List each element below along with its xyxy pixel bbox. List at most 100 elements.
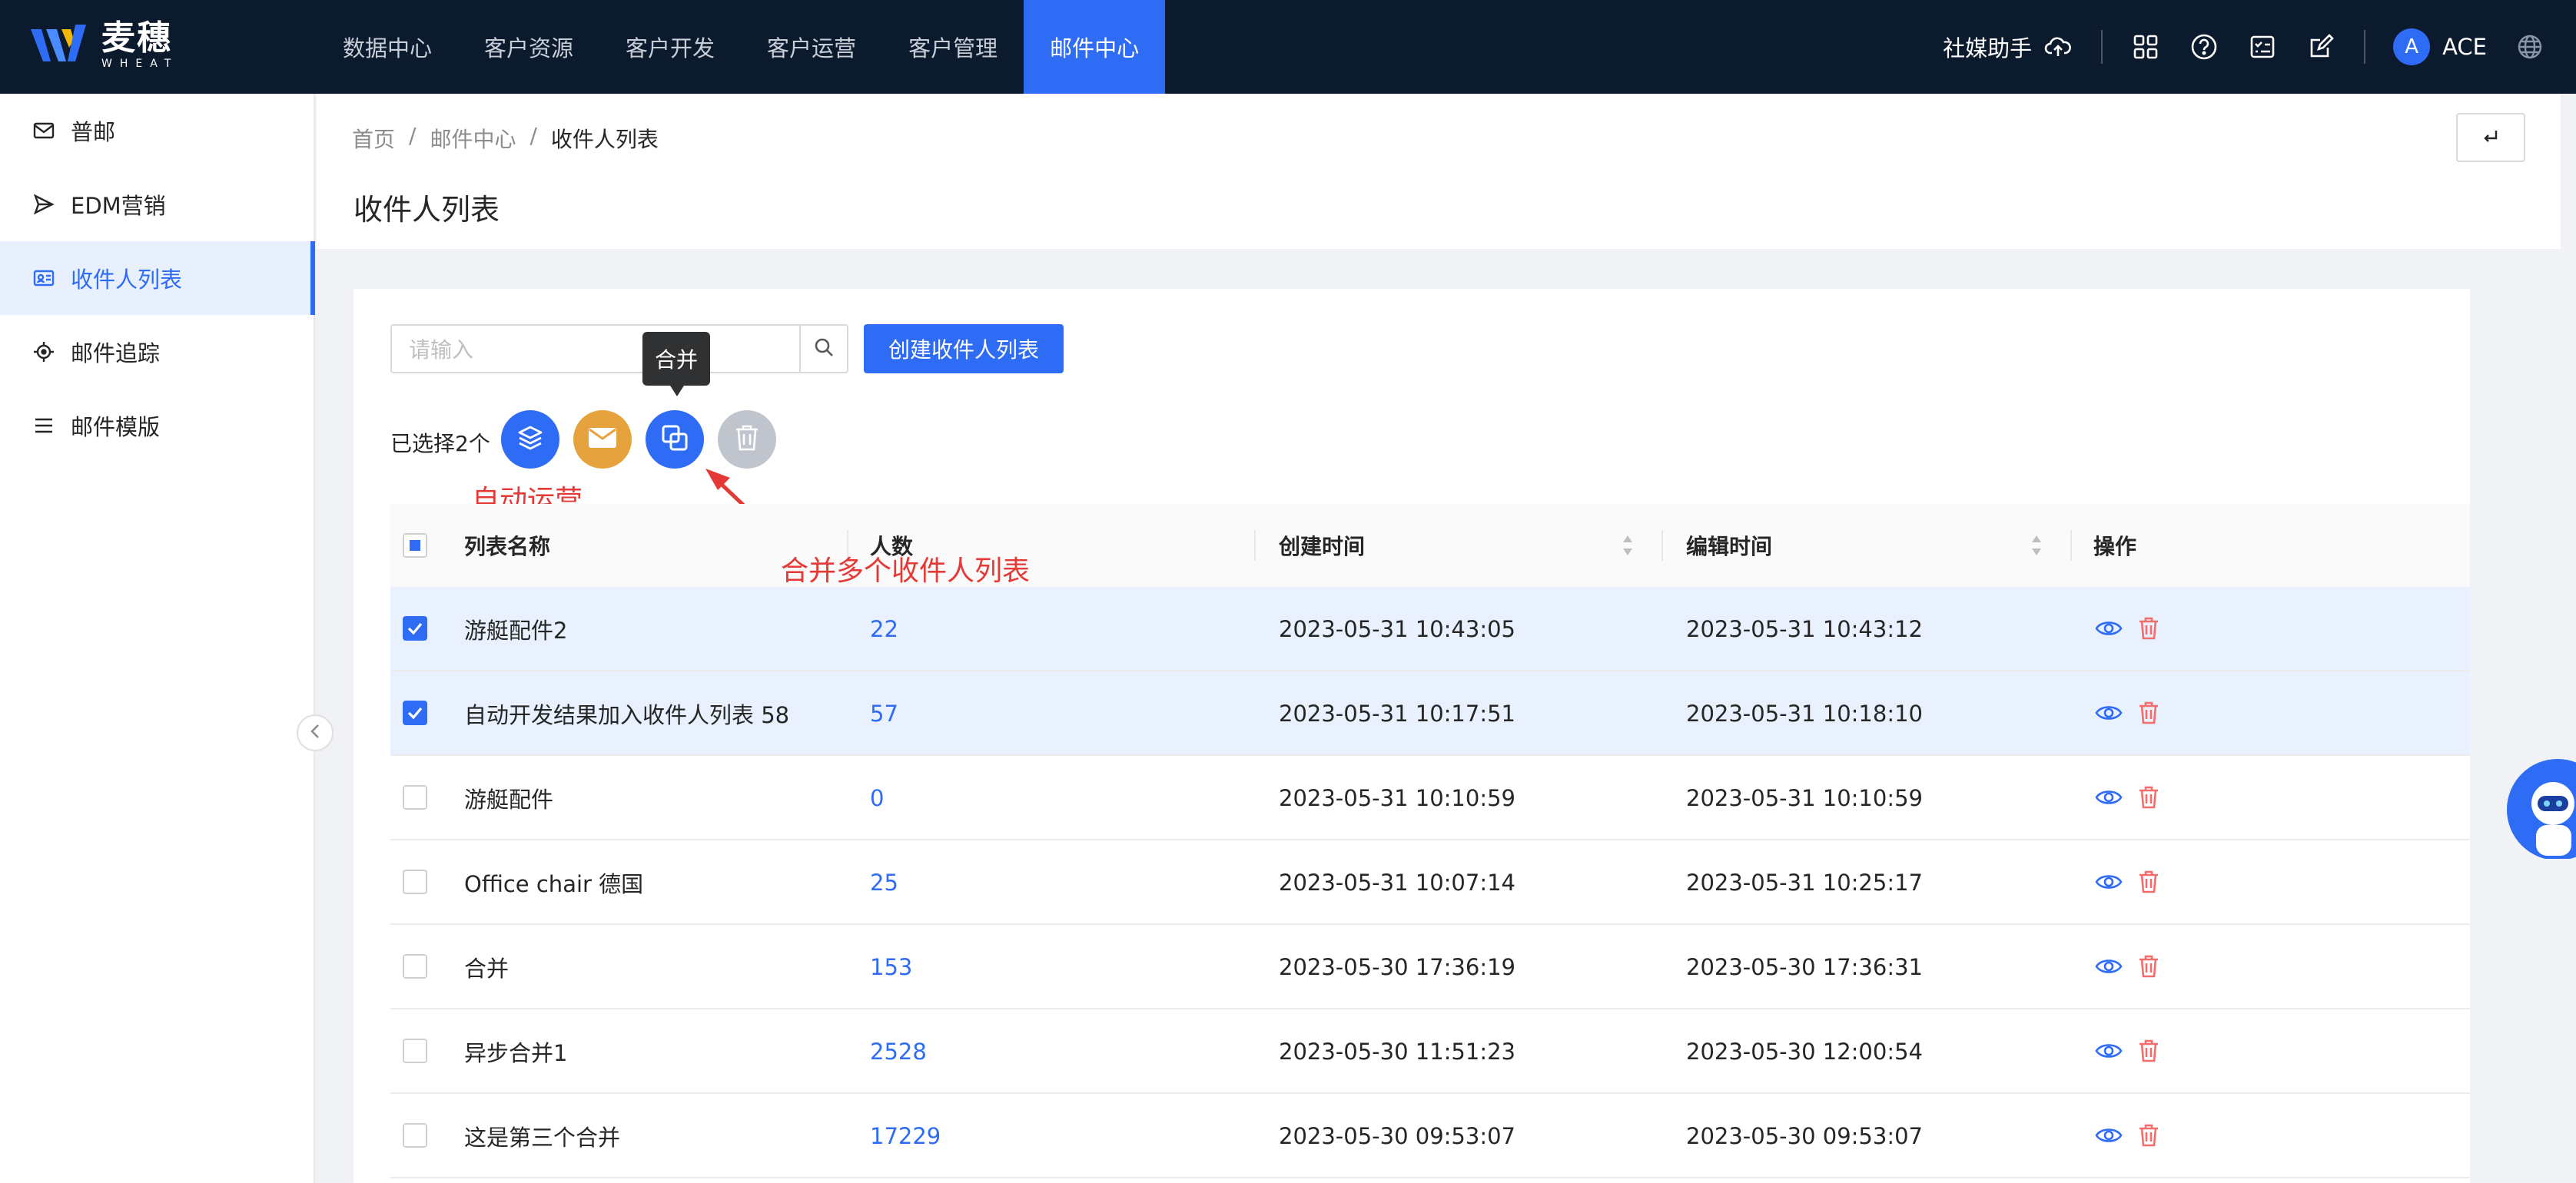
view-eye-icon[interactable]	[2093, 1120, 2124, 1151]
list-name: 异步合并1	[464, 1040, 568, 1066]
delete-trash-icon[interactable]	[2133, 951, 2164, 982]
sort-icon[interactable]	[1622, 534, 1634, 557]
edited-time: 2023-05-31 10:43:12	[1686, 616, 1923, 642]
column-header-edited[interactable]: 编辑时间	[1686, 530, 1772, 561]
recipient-count-link[interactable]: 22	[870, 587, 898, 671]
list-icon	[32, 414, 55, 437]
sidebar-item-label: 邮件模版	[71, 414, 161, 440]
nav-mail-center[interactable]: 邮件中心	[1024, 0, 1166, 94]
view-eye-icon[interactable]	[2093, 867, 2124, 897]
nav-data-center[interactable]: 数据中心	[317, 0, 458, 94]
table-row[interactable]: 游艇配件2 22 2023-05-31 10:43:05 2023-05-31 …	[390, 587, 2470, 671]
delete-trash-icon[interactable]	[2133, 867, 2164, 897]
annotation-merge-lists: 合并多个收件人列表	[781, 555, 1031, 587]
table-row[interactable]: 自动开发结果加入收件人列表 58 57 2023-05-31 10:17:51 …	[390, 671, 2470, 756]
view-eye-icon[interactable]	[2093, 698, 2124, 728]
table-row[interactable]: 合并 153 2023-05-30 17:36:19 2023-05-30 17…	[390, 925, 2470, 1009]
row-checkbox[interactable]	[403, 870, 427, 894]
edit-note-icon[interactable]	[2305, 31, 2336, 62]
recipient-count-link[interactable]: 25	[870, 840, 898, 925]
avatar[interactable]: A	[2393, 28, 2431, 65]
view-eye-icon[interactable]	[2093, 951, 2124, 982]
breadcrumb-home[interactable]: 首页	[352, 123, 395, 154]
back-button[interactable]	[2456, 113, 2525, 162]
recipient-count-link[interactable]: 2528	[870, 1009, 927, 1094]
select-all-checkbox[interactable]	[403, 533, 427, 558]
mail-icon	[587, 426, 618, 453]
brand-name: 麦穗	[101, 18, 172, 58]
view-eye-icon[interactable]	[2093, 1036, 2124, 1066]
page-title: 收件人列表	[354, 193, 500, 227]
delete-trash-icon[interactable]	[2133, 613, 2164, 644]
robot-assistant-icon[interactable]	[2502, 759, 2576, 860]
list-name: 自动开发结果加入收件人列表 58	[464, 702, 790, 728]
sidebar-item-mail-templates[interactable]: 邮件模版	[0, 389, 314, 462]
search-button[interactable]	[801, 324, 848, 373]
sidebar-item-label: 收件人列表	[71, 267, 183, 293]
delete-trash-icon[interactable]	[2133, 698, 2164, 728]
brand-logo[interactable]: 麦穗 WHEAT	[29, 22, 178, 69]
column-header-created[interactable]: 创建时间	[1279, 530, 1365, 561]
sidebar-item-recipient-list[interactable]: 收件人列表	[0, 241, 315, 315]
nav-customer-management[interactable]: 客户管理	[882, 0, 1024, 94]
globe-icon[interactable]	[2515, 31, 2545, 62]
nav-customer-operations[interactable]: 客户运营	[741, 0, 882, 94]
merge-button[interactable]	[646, 410, 704, 469]
target-icon	[32, 340, 55, 363]
delete-trash-icon[interactable]	[2133, 1120, 2164, 1151]
sort-icon[interactable]	[2030, 534, 2043, 557]
nav-customer-development[interactable]: 客户开发	[599, 0, 741, 94]
breadcrumb-current: 收件人列表	[550, 127, 659, 152]
recipient-count-link[interactable]: 153	[870, 925, 912, 1009]
sidebar-item-regular-mail[interactable]: 普邮	[0, 94, 314, 167]
send-mail-button[interactable]	[573, 410, 632, 469]
sidebar-collapse-button[interactable]	[297, 714, 334, 751]
table-header: 列表名称 人数 创建时间 编辑时间 操作	[390, 504, 2470, 587]
view-eye-icon[interactable]	[2093, 613, 2124, 644]
edited-time: 2023-05-30 12:00:54	[1686, 1039, 1923, 1065]
recipient-count-link[interactable]: 57	[870, 671, 898, 756]
delete-trash-icon[interactable]	[2133, 782, 2164, 813]
breadcrumb-separator: /	[409, 123, 417, 148]
cloud-upload-icon[interactable]	[2043, 31, 2073, 62]
help-icon[interactable]	[2189, 31, 2219, 62]
edited-time: 2023-05-30 09:53:07	[1686, 1123, 1923, 1149]
created-time: 2023-05-30 09:53:07	[1279, 1123, 1515, 1149]
edited-time: 2023-05-31 10:10:59	[1686, 785, 1923, 811]
row-checkbox[interactable]	[403, 701, 427, 725]
breadcrumb-mail-center[interactable]: 邮件中心	[430, 123, 516, 154]
recipient-count-link[interactable]: 0	[870, 756, 884, 840]
table-row[interactable]: 游艇配件 0 2023-05-31 10:10:59 2023-05-31 10…	[390, 756, 2470, 840]
apps-grid-icon[interactable]	[2130, 31, 2161, 62]
search-input[interactable]: 请输入	[390, 324, 801, 373]
table-row[interactable]: 这是第三个合并 17229 2023-05-30 09:53:07 2023-0…	[390, 1094, 2470, 1178]
row-checkbox[interactable]	[403, 785, 427, 810]
create-recipient-list-button[interactable]: 创建收件人列表	[864, 324, 1064, 373]
content-card: 请输入 创建收件人列表 合并 已选择2个 自动运营 合并多个收件人列表 列表名称…	[354, 289, 2470, 1183]
copy-merge-icon	[660, 423, 689, 456]
auto-operation-button[interactable]	[501, 410, 559, 469]
list-name: Office chair 德国	[464, 871, 644, 897]
row-checkbox[interactable]	[403, 616, 427, 641]
sidebar-item-mail-tracking[interactable]: 邮件追踪	[0, 315, 314, 389]
view-eye-icon[interactable]	[2093, 782, 2124, 813]
social-assistant-link[interactable]: 社媒助手	[1943, 31, 2032, 63]
created-time: 2023-05-31 10:43:05	[1279, 616, 1515, 642]
sidebar-item-label: 普邮	[71, 119, 116, 145]
delete-selected-button[interactable]	[718, 410, 776, 469]
task-list-icon[interactable]	[2247, 31, 2278, 62]
username[interactable]: ACE	[2442, 34, 2487, 60]
table-row[interactable]: Office chair 德国 25 2023-05-31 10:07:14 2…	[390, 840, 2470, 925]
wheat-logo-icon	[29, 22, 91, 69]
chevron-left-icon	[308, 723, 322, 743]
sidebar-item-edm[interactable]: EDM营销	[0, 167, 314, 241]
row-checkbox[interactable]	[403, 1123, 427, 1148]
row-checkbox[interactable]	[403, 1039, 427, 1063]
delete-trash-icon[interactable]	[2133, 1036, 2164, 1066]
table-row[interactable]: 异步合并1 2528 2023-05-30 11:51:23 2023-05-3…	[390, 1009, 2470, 1094]
recipient-count-link[interactable]: 17229	[870, 1094, 941, 1178]
nav-customer-resources[interactable]: 客户资源	[458, 0, 599, 94]
row-checkbox[interactable]	[403, 954, 427, 979]
created-time: 2023-05-31 10:10:59	[1279, 785, 1515, 811]
layers-icon	[515, 422, 546, 456]
